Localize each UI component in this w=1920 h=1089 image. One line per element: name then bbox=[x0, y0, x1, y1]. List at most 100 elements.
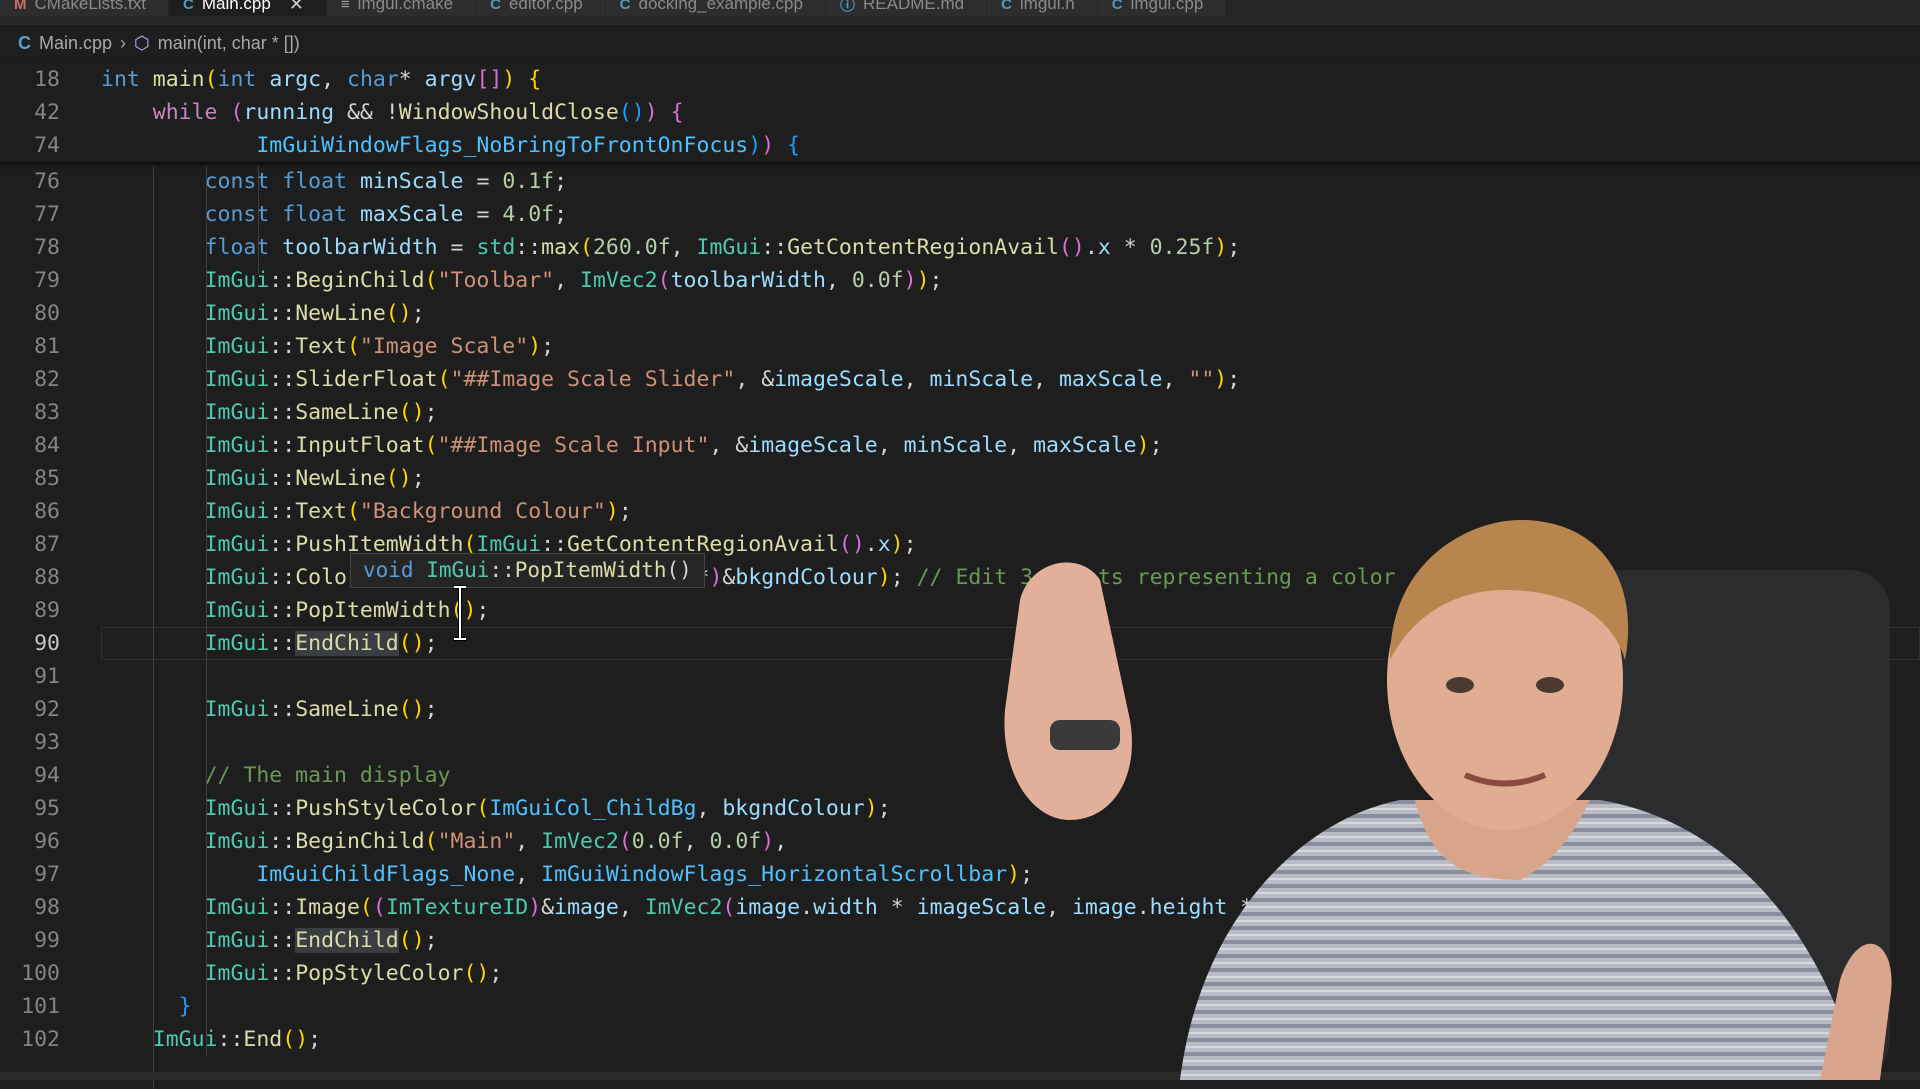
line-number: 99 bbox=[34, 928, 60, 953]
code-line[interactable]: 82 ImGui::SliderFloat("##Image Scale Sli… bbox=[0, 363, 1920, 396]
code-token: :: bbox=[269, 499, 296, 524]
code-token: PopItemWidth bbox=[295, 598, 451, 623]
tab-imgui-cmake[interactable]: ≡ imgui.cmake bbox=[326, 0, 477, 16]
code-token: ) bbox=[761, 133, 775, 158]
code-token: minScale bbox=[903, 433, 1008, 458]
code-token: ) bbox=[644, 100, 658, 125]
code-token: SliderFloat bbox=[295, 367, 438, 392]
code-text: ImGui::BeginChild("Main", ImVec2(0.0f, 0… bbox=[101, 825, 788, 858]
code-token: "##Image Scale Slider" bbox=[450, 367, 736, 392]
code-token: ImGui bbox=[204, 433, 270, 458]
tab-imgui-cpp[interactable]: Cimgui.cpp bbox=[1097, 0, 1227, 16]
line-number: 89 bbox=[34, 598, 60, 623]
code-line[interactable]: 74 ImGuiWindowFlags_NoBringToFrontOnFocu… bbox=[0, 129, 1920, 162]
line-number: 79 bbox=[34, 268, 60, 293]
editor-tab-bar: M CMakeLists.txt C Main.cpp ✕ ≡ imgui.cmake Ced… bbox=[0, 0, 1920, 25]
code-token: argc bbox=[269, 67, 322, 92]
code-line[interactable]: 79 ImGui::BeginChild("Toolbar", ImVec2(t… bbox=[0, 264, 1920, 297]
code-token: ; bbox=[1227, 367, 1241, 392]
code-token: ImGui bbox=[204, 895, 270, 920]
code-line[interactable]: 77 const float maxScale = 4.0f; bbox=[0, 198, 1920, 231]
tab-docking-example-cpp[interactable]: Cdocking_example.cpp bbox=[605, 0, 826, 16]
sticky-scroll-header[interactable]: 18 int main(int argc, char* argv[]) {42 w… bbox=[0, 63, 1920, 162]
code-token: ImGui bbox=[204, 466, 270, 491]
tab-readme-md[interactable]: ⓘ README.md bbox=[825, 0, 988, 16]
code-text: ImGui::SameLine(); bbox=[101, 396, 438, 429]
code-token: ImTextureID bbox=[385, 895, 529, 920]
code-token: max bbox=[541, 235, 581, 260]
line-number: 96 bbox=[34, 829, 60, 854]
code-line[interactable]: 83 ImGui::SameLine(); bbox=[0, 396, 1920, 429]
code-token: { bbox=[528, 67, 542, 92]
tab-imgui-h[interactable]: Cimgui.h bbox=[987, 0, 1098, 16]
code-token: ; bbox=[411, 301, 425, 326]
line-number: 102 bbox=[21, 1027, 60, 1052]
code-token: () bbox=[838, 532, 865, 557]
indent-guide bbox=[258, 165, 259, 275]
code-line[interactable]: 76 const float minScale = 0.1f; bbox=[0, 165, 1920, 198]
code-token: ) bbox=[528, 334, 542, 359]
code-token: :: bbox=[269, 631, 296, 656]
line-number: 91 bbox=[34, 664, 60, 689]
tooltip-token: ImGui bbox=[426, 558, 490, 582]
code-token: ) bbox=[903, 268, 917, 293]
code-token: { bbox=[787, 133, 801, 158]
code-token: :: bbox=[269, 928, 296, 953]
code-line[interactable]: 80 ImGui::NewLine(); bbox=[0, 297, 1920, 330]
tab-editor-cpp[interactable]: Ceditor.cpp bbox=[476, 0, 606, 16]
line-number: 83 bbox=[34, 400, 60, 425]
tab-cmakelists-txt[interactable]: M CMakeLists.txt bbox=[0, 0, 169, 16]
code-token: ; bbox=[489, 961, 503, 986]
line-number: 94 bbox=[34, 763, 60, 788]
code-line[interactable]: 85 ImGui::NewLine(); bbox=[0, 462, 1920, 495]
symbol-method-icon: ⬡ bbox=[134, 32, 150, 53]
code-token: () bbox=[385, 301, 412, 326]
code-token: () bbox=[1058, 235, 1085, 260]
code-token: main bbox=[152, 67, 205, 92]
code-token: :: bbox=[269, 961, 296, 986]
code-token: :: bbox=[269, 829, 296, 854]
code-token: imageScale bbox=[748, 433, 878, 458]
code-token: , bbox=[683, 829, 710, 854]
code-token: float bbox=[282, 202, 347, 227]
code-line[interactable]: 84 ImGui::InputFloat("##Image Scale Inpu… bbox=[0, 429, 1920, 462]
breadcrumb-symbol[interactable]: main(int, char * []) bbox=[158, 33, 300, 54]
file-type-icon: ⓘ bbox=[839, 0, 855, 14]
code-line[interactable]: 42 while (running && !WindowShouldClose(… bbox=[0, 96, 1920, 129]
code-token: maxScale bbox=[1033, 433, 1137, 458]
tab-label: imgui.cmake bbox=[357, 0, 454, 13]
code-token: , bbox=[903, 367, 930, 392]
code-token: ; bbox=[877, 796, 891, 821]
code-token: ) bbox=[877, 565, 891, 590]
line-number: 74 bbox=[34, 133, 60, 158]
code-token: WindowShouldClose bbox=[398, 100, 619, 125]
code-token: ; bbox=[424, 400, 438, 425]
code-token: Text bbox=[295, 499, 347, 524]
code-line[interactable]: 81 ImGui::Text("Image Scale"); bbox=[0, 330, 1920, 363]
code-token: 0.0f bbox=[851, 268, 904, 293]
code-token: () bbox=[398, 631, 425, 656]
code-text: ImGui::PopItemWidth(); bbox=[101, 594, 490, 627]
code-line[interactable]: 78 float toolbarWidth = std::max(260.0f,… bbox=[0, 231, 1920, 264]
code-token: "Toolbar" bbox=[437, 268, 555, 293]
code-text: float toolbarWidth = std::max(260.0f, Im… bbox=[101, 231, 1241, 264]
code-text: const float minScale = 0.1f; bbox=[101, 165, 568, 198]
code-token: ( bbox=[346, 334, 360, 359]
code-token: ImGuiWindowFlags_HorizontalScrollbar bbox=[541, 862, 1008, 887]
close-icon[interactable]: ✕ bbox=[289, 0, 304, 15]
breadcrumb-file[interactable]: Main.cpp bbox=[39, 33, 112, 54]
tab-label: editor.cpp bbox=[508, 0, 583, 13]
code-line[interactable]: 18 int main(int argc, char* argv[]) { bbox=[0, 63, 1920, 96]
code-token: ; bbox=[424, 928, 438, 953]
code-token: :: bbox=[217, 1027, 244, 1052]
code-token: ; bbox=[929, 268, 943, 293]
tab-main-cpp[interactable]: C Main.cpp ✕ bbox=[168, 0, 327, 16]
code-token: ) bbox=[864, 796, 878, 821]
code-token: :: bbox=[269, 367, 296, 392]
